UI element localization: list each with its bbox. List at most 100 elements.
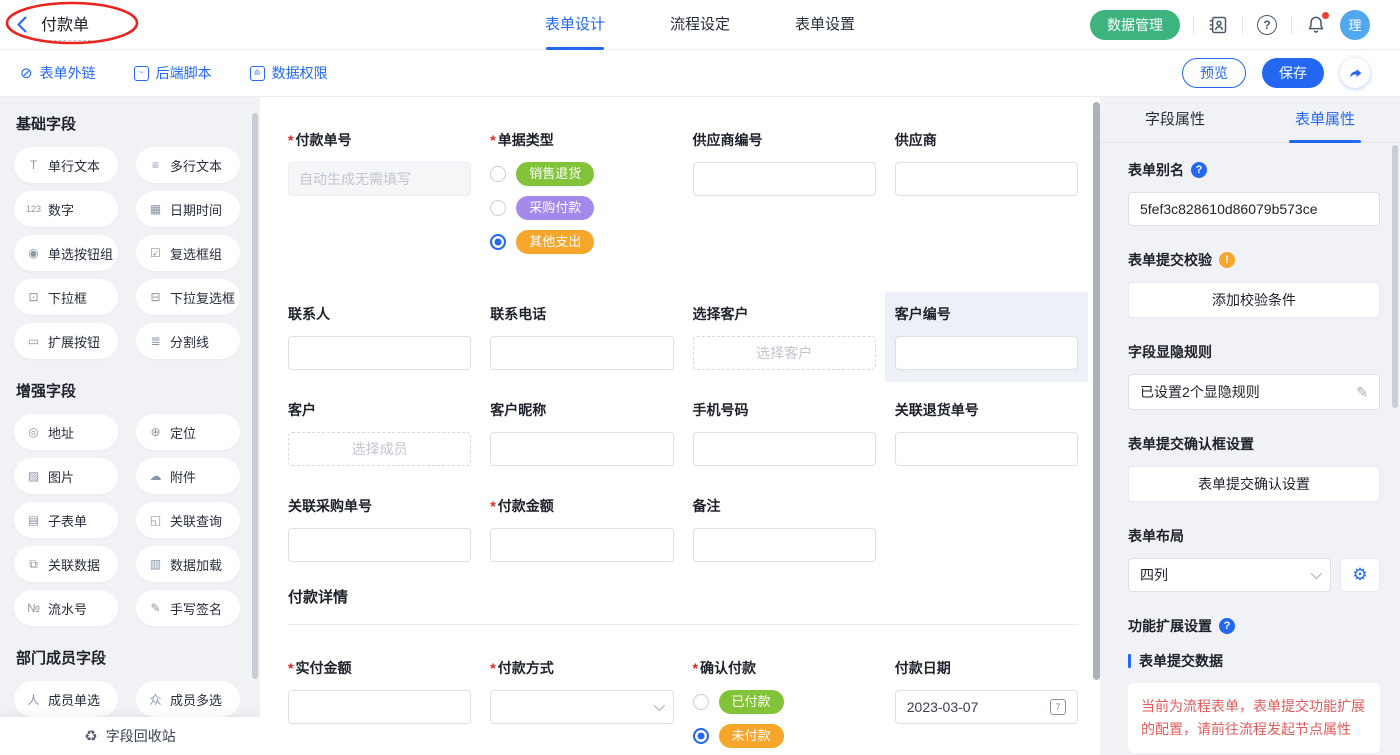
sidebar-item-image[interactable]: ▨图片: [14, 458, 118, 494]
contact-phone-input[interactable]: [490, 336, 673, 370]
canvas-scrollbar[interactable]: [1093, 102, 1100, 680]
checkbox-icon: ☑: [148, 246, 163, 260]
field-mobile[interactable]: 手机号码: [693, 400, 876, 466]
sidebar-item-serial-number[interactable]: №流水号: [14, 590, 118, 626]
sidebar-item-number[interactable]: 123数字: [14, 191, 118, 227]
sidebar-item-extend-button[interactable]: ▭扩展按钮: [14, 323, 118, 359]
sidebar-scrollbar[interactable]: [252, 113, 258, 679]
sidebar-item-multi-select[interactable]: ⊟下拉复选框: [136, 279, 240, 315]
tab-flow-settings[interactable]: 流程设定: [670, 0, 730, 50]
help-icon[interactable]: ?: [1219, 618, 1235, 634]
visibility-rules-box[interactable]: 已设置2个显隐规则 ✎: [1128, 374, 1380, 410]
save-button[interactable]: 保存: [1262, 58, 1324, 88]
share-button[interactable]: [1340, 58, 1370, 88]
tab-form-properties[interactable]: 表单属性: [1250, 97, 1400, 142]
field-contact-phone[interactable]: 联系电话: [490, 304, 673, 370]
address-pin-icon: ◎: [26, 425, 41, 439]
sidebar-item-linked-query[interactable]: ◱关联查询: [136, 502, 240, 538]
tab-field-properties[interactable]: 字段属性: [1100, 97, 1250, 142]
field-payment-date[interactable]: 付款日期 2023-03-07 7: [895, 658, 1078, 755]
field-purchase-no[interactable]: 关联采购单号: [288, 496, 471, 562]
help-icon[interactable]: ?: [1191, 162, 1207, 178]
sidebar-item-member-single[interactable]: 人成员单选: [14, 681, 118, 717]
supplier-no-input[interactable]: [693, 162, 876, 196]
form-external-link[interactable]: ⊘ 表单外链: [20, 63, 96, 83]
preview-button[interactable]: 预览: [1182, 58, 1246, 88]
data-permission-link[interactable]: ılı 数据权限: [250, 63, 328, 83]
sidebar-item-divider-line[interactable]: ≣分割线: [136, 323, 240, 359]
sidebar-item-location[interactable]: ⊕定位: [136, 414, 240, 450]
contact-input[interactable]: [288, 336, 471, 370]
payment-date-input[interactable]: 2023-03-07 7: [895, 690, 1078, 724]
field-payment-method[interactable]: 付款方式: [490, 658, 673, 755]
add-validation-button[interactable]: 添加校验条件: [1128, 282, 1380, 318]
sidebar-item-address[interactable]: ◎地址: [14, 414, 118, 450]
customer-nick-input[interactable]: [490, 432, 673, 466]
field-amount[interactable]: 付款金额: [490, 496, 673, 562]
field-recycle-bin[interactable]: ♻ 字段回收站: [0, 717, 260, 755]
payment-no-input[interactable]: 自动生成无需填写: [288, 162, 471, 196]
sidebar-item-datetime[interactable]: ▦日期时间: [136, 191, 240, 227]
purchase-no-input[interactable]: [288, 528, 471, 562]
field-doc-type[interactable]: 单据类型 销售退货 采购付款 其他支出: [490, 130, 673, 264]
field-actual-amount[interactable]: 实付金额: [288, 658, 471, 755]
sidebar-item-subform[interactable]: ▤子表单: [14, 502, 118, 538]
payment-method-select[interactable]: [490, 690, 673, 724]
field-select-customer[interactable]: 选择客户 选择客户: [693, 304, 876, 370]
customer-no-input[interactable]: [895, 336, 1078, 370]
form-layout-select[interactable]: 四列: [1128, 558, 1331, 592]
actual-amount-input[interactable]: [288, 690, 471, 724]
field-customer[interactable]: 客户 选择成员: [288, 400, 471, 466]
supplier-input[interactable]: [895, 162, 1078, 196]
sidebar-item-linked-data[interactable]: ⧉关联数据: [14, 546, 118, 582]
tab-form-design[interactable]: 表单设计: [545, 0, 605, 50]
avatar[interactable]: 理: [1340, 10, 1370, 40]
sidebar-item-data-load[interactable]: ▥数据加载: [136, 546, 240, 582]
field-supplier-no[interactable]: 供应商编号: [693, 130, 876, 264]
sidebar-item-select[interactable]: ⊡下拉框: [14, 279, 118, 315]
notification-bell-icon[interactable]: [1305, 14, 1327, 36]
confirm-option-unpaid[interactable]: 未付款: [693, 724, 876, 748]
doc-type-option-sales-return[interactable]: 销售退货: [490, 162, 673, 186]
data-manage-button[interactable]: 数据管理: [1090, 10, 1180, 40]
field-customer-no[interactable]: 客户编号: [895, 304, 1078, 370]
back-icon[interactable]: [16, 16, 27, 33]
help-icon[interactable]: ?: [1256, 14, 1278, 36]
field-customer-nick[interactable]: 客户昵称: [490, 400, 673, 466]
field-confirm-payment[interactable]: 确认付款 已付款 未付款: [693, 658, 876, 755]
sidebar-item-multi-text[interactable]: ≡多行文本: [136, 147, 240, 183]
customer-member-picker[interactable]: 选择成员: [288, 432, 471, 466]
sidebar-item-attachment[interactable]: ☁附件: [136, 458, 240, 494]
divider: [1193, 16, 1194, 34]
sidebar-item-signature[interactable]: ✎手写签名: [136, 590, 240, 626]
sidebar-item-single-text[interactable]: T单行文本: [14, 147, 118, 183]
field-payment-no[interactable]: 付款单号 自动生成无需填写: [288, 130, 471, 264]
page-title[interactable]: 付款单: [39, 9, 91, 41]
tab-form-settings[interactable]: 表单设置: [795, 0, 855, 50]
radio-unchecked: [490, 200, 506, 216]
field-supplier[interactable]: 供应商: [895, 130, 1078, 264]
sidebar-item-member-multi[interactable]: 众成员多选: [136, 681, 240, 717]
remark-input[interactable]: [693, 528, 876, 562]
mobile-input[interactable]: [693, 432, 876, 466]
sidebar-item-radio-group[interactable]: ◉单选按钮组: [14, 235, 118, 271]
layout-settings-button[interactable]: ⚙: [1340, 558, 1380, 592]
doc-type-option-purchase-payment[interactable]: 采购付款: [490, 196, 673, 220]
select-customer-picker[interactable]: 选择客户: [693, 336, 876, 370]
sidebar-item-checkbox-group[interactable]: ☑复选框组: [136, 235, 240, 271]
field-return-no[interactable]: 关联退货单号: [895, 400, 1078, 466]
field-remark[interactable]: 备注: [693, 496, 876, 562]
return-no-input[interactable]: [895, 432, 1078, 466]
field-contact[interactable]: 联系人: [288, 304, 471, 370]
confirm-option-paid[interactable]: 已付款: [693, 690, 876, 714]
edit-icon[interactable]: ✎: [1356, 384, 1368, 401]
form-alias-input[interactable]: 5fef3c828610d86079b573ce: [1128, 192, 1380, 226]
field-palette-sidebar: 基础字段 T单行文本 ≡多行文本 123数字 ▦日期时间 ◉单选按钮组 ☑复选框…: [0, 97, 260, 755]
backend-script-link[interactable]: ~ 后端脚本: [134, 63, 212, 83]
amount-input[interactable]: [490, 528, 673, 562]
serial-number-icon: №: [26, 601, 41, 615]
contacts-book-icon[interactable]: [1207, 14, 1229, 36]
panel-scrollbar[interactable]: [1392, 145, 1398, 408]
doc-type-option-other-expense[interactable]: 其他支出: [490, 230, 673, 254]
submit-confirm-settings-button[interactable]: 表单提交确认设置: [1128, 466, 1380, 502]
